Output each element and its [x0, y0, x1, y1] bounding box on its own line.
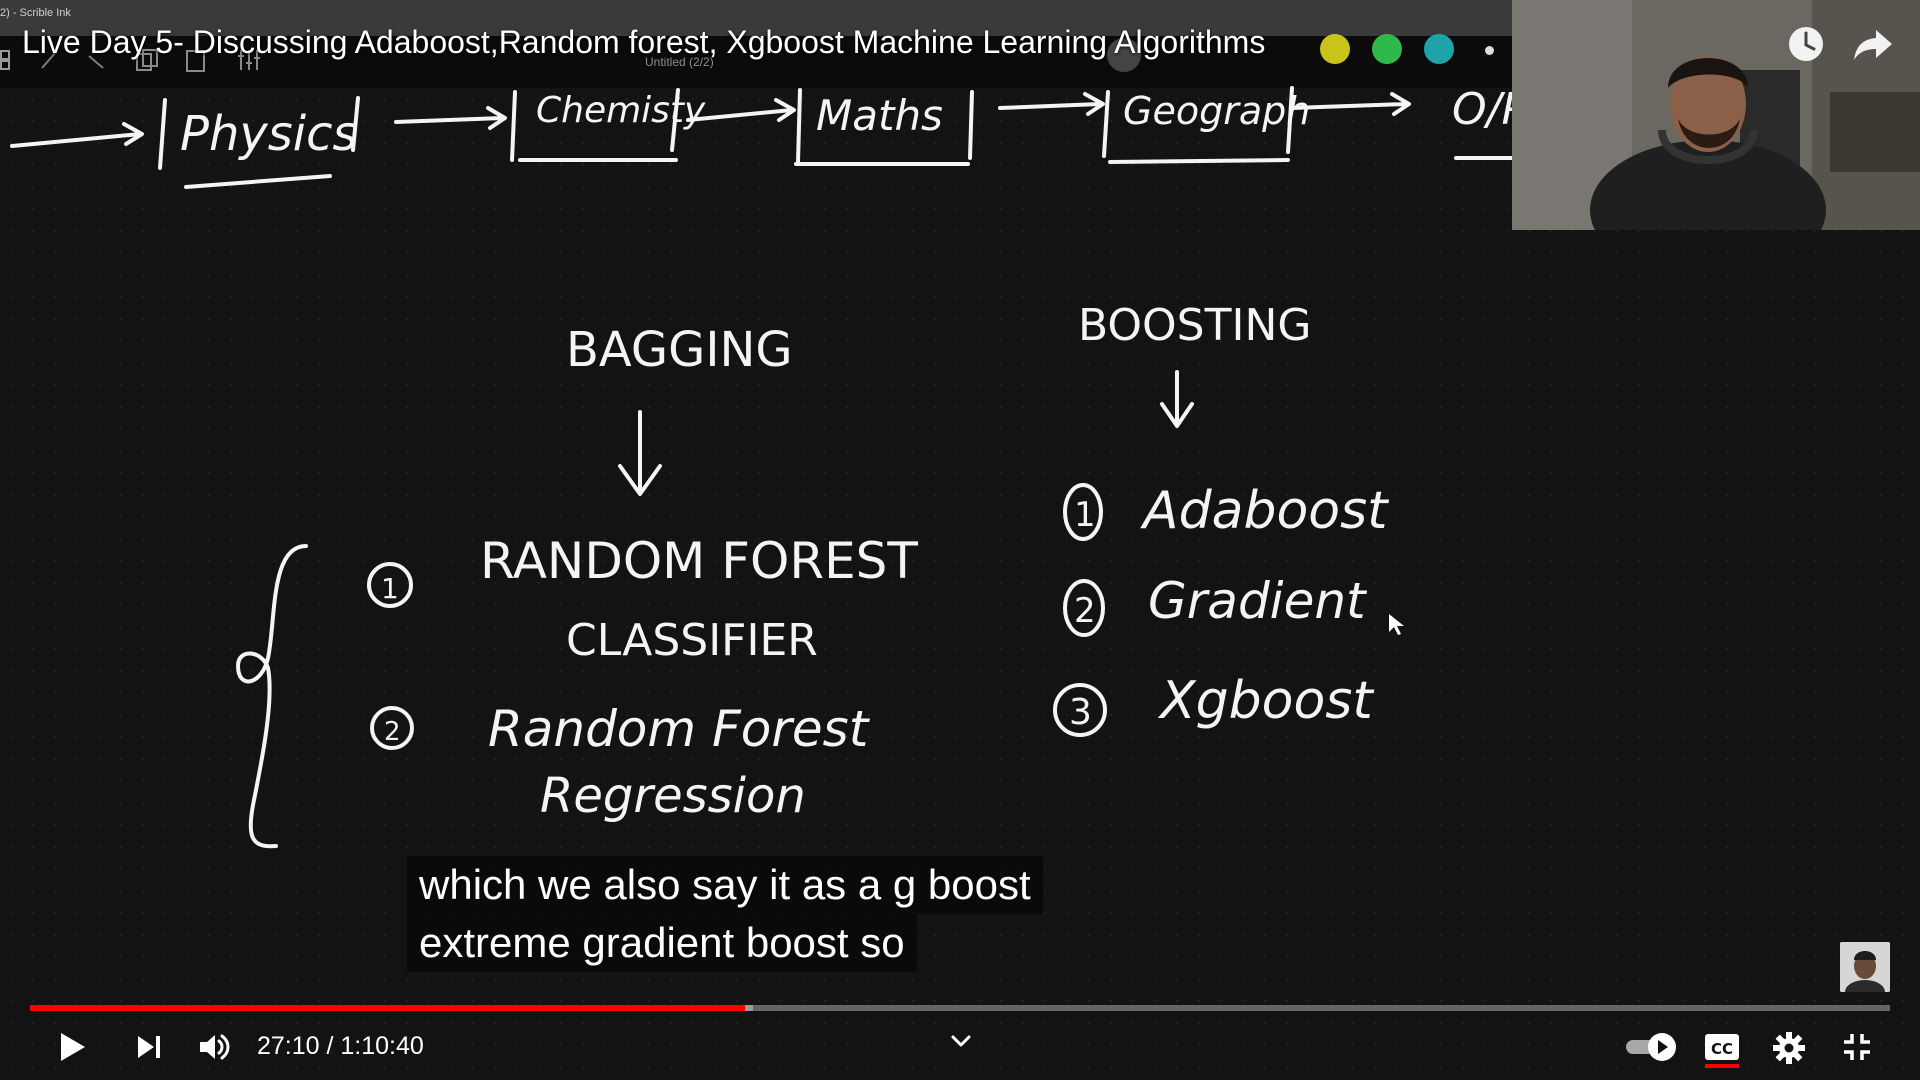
progress-played	[30, 1005, 745, 1011]
bagging-heading: BAGGING	[566, 322, 793, 378]
boosting-item-2: Gradient	[1148, 572, 1368, 630]
chevron-down-icon[interactable]	[950, 1034, 972, 1048]
bagging-item-2-line1: Random Forest	[488, 700, 871, 758]
clock-icon[interactable]	[1786, 24, 1826, 64]
boosting-number-2: 2	[1074, 591, 1096, 631]
bracket	[968, 90, 974, 160]
cc-icon[interactable]: CC	[1704, 1032, 1740, 1068]
bagging-number-2: 2	[384, 717, 401, 747]
gear-icon[interactable]	[1772, 1031, 1806, 1065]
video-title[interactable]: Live Day 5- Discussing Adaboost,Random f…	[22, 24, 1265, 61]
boosting-number-1: 1	[1074, 495, 1096, 535]
bagging-item-1-line1: RANDOM FOREST	[480, 532, 918, 590]
flow-arrow	[998, 92, 1105, 116]
boosting-item-1: Adaboost	[1140, 481, 1389, 541]
bracket	[158, 98, 167, 170]
bagging-arrow	[618, 410, 662, 496]
boosting-number-3: 3	[1069, 692, 1092, 733]
next-icon[interactable]	[136, 1034, 164, 1060]
top-label-chemistry: Chemisty	[536, 90, 706, 131]
bagging-item-1-line2: CLASSIFIER	[566, 615, 818, 666]
boosting-item-3: Xgboost	[1157, 671, 1374, 731]
exit-fullscreen-icon[interactable]	[1842, 1032, 1872, 1062]
share-icon[interactable]	[1852, 24, 1894, 64]
bagging-item-2-line2: Regression	[540, 768, 806, 824]
curly-brace	[236, 544, 308, 849]
boosting-heading: BOOSTING	[1078, 300, 1311, 351]
progress-bar[interactable]	[30, 1005, 1890, 1011]
video-player[interactable]: 2) - Scrible Ink Untitled (2/2) Physics …	[0, 0, 1920, 1080]
bracket	[796, 88, 802, 164]
presenter-thumbnail-icon	[1840, 942, 1890, 992]
boosting-arrow	[1160, 370, 1194, 428]
bracket	[510, 90, 517, 162]
svg-text:CC: CC	[1711, 1040, 1733, 1058]
top-label-physics: Physics	[180, 106, 358, 162]
underline	[1108, 158, 1290, 164]
volume-icon[interactable]	[198, 1032, 232, 1062]
mouse-cursor	[1389, 614, 1404, 635]
bagging-number-1: 1	[381, 572, 399, 605]
top-label-maths: Maths	[816, 91, 943, 140]
caption-line-1: which we also say it as a g boost	[407, 856, 1043, 914]
bracket	[1102, 90, 1110, 158]
flow-arrow	[10, 122, 144, 148]
play-icon[interactable]	[58, 1031, 88, 1063]
top-label-geography: Geograph	[1123, 89, 1310, 133]
underline	[184, 174, 332, 189]
caption-line-2: extreme gradient boost so	[407, 914, 917, 972]
autoplay-toggle-icon[interactable]	[1624, 1032, 1680, 1062]
flow-arrow	[394, 106, 507, 130]
time-display: 27:10 / 1:10:40	[257, 1032, 424, 1060]
channel-avatar-thumbnail[interactable]	[1840, 942, 1890, 992]
